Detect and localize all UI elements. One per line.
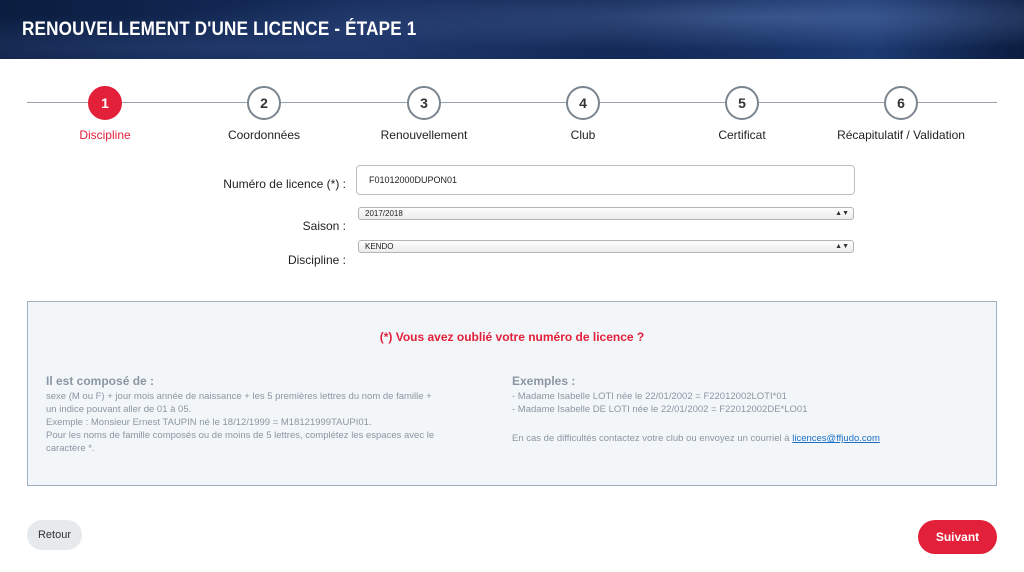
step-label: Renouvellement [380, 128, 468, 142]
step-club[interactable]: 4 Club [503, 86, 663, 142]
select-arrows-icon: ▲▼ [835, 243, 849, 250]
saison-select[interactable]: 2017/2018 ▲▼ [358, 207, 854, 220]
discipline-label: Discipline : [287, 253, 346, 267]
composition-line: Pour les noms de famille composés ou de … [46, 430, 435, 441]
step-number: 1 [88, 86, 122, 120]
help-panel: (*) Vous avez oublié votre numéro de lic… [27, 301, 997, 486]
step-label: Certificat [718, 128, 766, 142]
composition-line: un indice pouvant aller de 01 à 05. [46, 404, 192, 415]
composition-title: Il est composé de : [46, 374, 155, 388]
licence-input[interactable]: F01012000DUPON01 [356, 165, 855, 195]
select-arrows-icon: ▲▼ [835, 210, 849, 217]
stepper: 1 Discipline 2 Coordonnées 3 Renouvellem… [0, 86, 1024, 146]
page-title: RENOUVELLEMENT D'UNE LICENCE - ÉTAPE 1 [22, 19, 417, 40]
example-line: - Madame Isabelle DE LOTI née le 22/01/2… [512, 404, 808, 415]
step-label: Coordonnées [227, 128, 301, 142]
contact-text: En cas de difficultés contactez votre cl… [512, 432, 982, 445]
step-label: Club [570, 128, 596, 142]
step-recapitulatif[interactable]: 6 Récapitulatif / Validation [821, 86, 981, 142]
licence-label: Numéro de licence (*) : [223, 177, 346, 191]
next-button[interactable]: Suivant [918, 520, 997, 554]
page-header: RENOUVELLEMENT D'UNE LICENCE - ÉTAPE 1 [0, 0, 1024, 59]
step-renouvellement[interactable]: 3 Renouvellement [344, 86, 504, 142]
example-line: - Madame Isabelle LOTI née le 22/01/2002… [512, 391, 787, 402]
step-certificat[interactable]: 5 Certificat [662, 86, 822, 142]
saison-value: 2017/2018 [365, 209, 403, 218]
composition-line: Exemple : Monsieur Ernest TAUPIN né le 1… [46, 417, 372, 428]
step-number: 3 [407, 86, 441, 120]
back-button[interactable]: Retour [27, 520, 82, 550]
contact-email-link[interactable]: licences@ffjudo.com [792, 433, 880, 444]
step-number: 2 [247, 86, 281, 120]
examples-title: Exemples : [512, 374, 576, 388]
composition-text: sexe (M ou F) + jour mois année de naiss… [46, 390, 496, 455]
composition-line: sexe (M ou F) + jour mois année de naiss… [46, 391, 432, 402]
saison-label: Saison : [302, 219, 346, 233]
contact-label: En cas de difficultés contactez votre cl… [512, 433, 793, 444]
step-coordonnees[interactable]: 2 Coordonnées [184, 86, 344, 142]
step-number: 6 [884, 86, 918, 120]
discipline-value: KENDO [365, 242, 394, 251]
step-number: 4 [566, 86, 600, 120]
help-title: (*) Vous avez oublié votre numéro de lic… [379, 330, 645, 344]
step-label: Discipline [79, 128, 131, 142]
step-discipline[interactable]: 1 Discipline [25, 86, 185, 142]
step-number: 5 [725, 86, 759, 120]
examples-text: - Madame Isabelle LOTI née le 22/01/2002… [512, 390, 982, 416]
discipline-select[interactable]: KENDO ▲▼ [358, 240, 854, 253]
composition-line: caractère *. [46, 443, 95, 454]
step-label: Récapitulatif / Validation [837, 128, 965, 142]
